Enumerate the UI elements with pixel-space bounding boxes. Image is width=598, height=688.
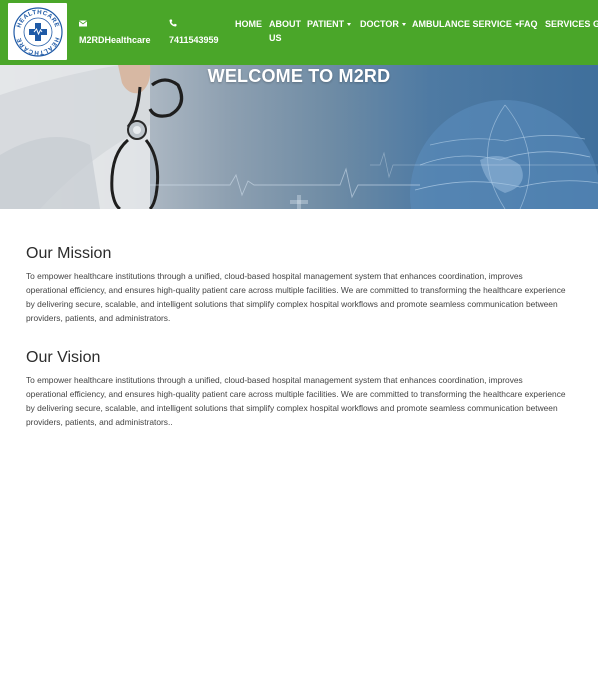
nav-item-cutoff[interactable]: G: [593, 17, 598, 31]
nav-faq[interactable]: FAQ: [519, 17, 538, 31]
nav-doctor[interactable]: DOCTOR: [360, 17, 406, 31]
mission-heading: Our Mission: [26, 245, 112, 262]
vision-section: Our Vision To empower healthcare institu…: [26, 325, 572, 429]
phone-contact[interactable]: 7411543959: [169, 17, 219, 45]
nav-ambulance-label: AMBULANCE SERVICE: [412, 19, 512, 29]
nav-doctor-label: DOCTOR: [360, 19, 399, 29]
hero-banner: WELCOME TO M2RD: [0, 65, 598, 209]
nav-about-us[interactable]: ABOUT US: [269, 17, 301, 45]
chevron-down-icon: [401, 23, 406, 27]
hero-title: WELCOME TO M2RD: [207, 66, 391, 86]
nav-patient-label: PATIENT: [307, 19, 345, 29]
nav-about-label-2: US: [269, 33, 282, 43]
mission-section: Our Mission To empower healthcare instit…: [26, 209, 572, 325]
nav-patient[interactable]: PATIENT: [307, 17, 352, 31]
nav-services[interactable]: SERVICES: [545, 17, 590, 31]
email-contact[interactable]: M2RDHealthcare: [78, 17, 151, 45]
mission-text: To empower healthcare institutions throu…: [26, 271, 566, 323]
nav-cutoff-label: G: [593, 19, 598, 29]
nav-home[interactable]: HOME: [235, 17, 262, 31]
envelope-icon: [78, 17, 151, 31]
nav-ambulance-service[interactable]: AMBULANCE SERVICE: [412, 17, 519, 31]
logo-emblem-icon: HEALTHCARE HEALTHCARE: [12, 6, 63, 57]
vision-text: To empower healthcare institutions throu…: [26, 375, 566, 427]
chevron-down-icon: [347, 23, 352, 27]
healthcare-logo[interactable]: HEALTHCARE HEALTHCARE: [8, 3, 67, 60]
email-text: M2RDHealthcare: [79, 35, 151, 45]
vision-heading: Our Vision: [26, 349, 101, 366]
nav-about-label: ABOUT: [269, 19, 301, 29]
nav-services-label: SERVICES: [545, 19, 591, 29]
nav-faq-label: FAQ: [519, 19, 538, 29]
top-navbar: HEALTHCARE HEALTHCARE M2RDHealthcare 741…: [0, 0, 598, 65]
nav-home-label: HOME: [235, 19, 262, 29]
phone-icon: [169, 17, 219, 31]
main-content: Our Mission To empower healthcare instit…: [0, 209, 598, 429]
phone-text: 7411543959: [169, 35, 219, 45]
